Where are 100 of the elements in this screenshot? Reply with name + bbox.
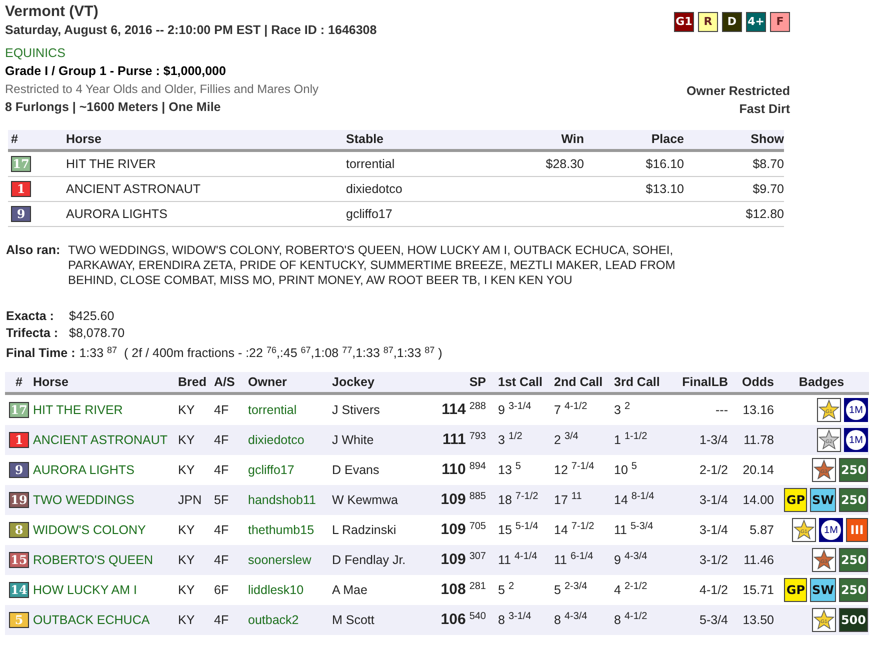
show-payout: $9.70 <box>752 182 784 196</box>
horse-link[interactable]: WIDOW'S COLONY <box>33 522 146 537</box>
age-sex-cell: 4F <box>214 522 229 537</box>
horse-link[interactable]: TWO WEDDINGS <box>33 492 134 507</box>
race-restriction: Restricted to 4 Year Olds and Older, Fillies and Mares Only <box>5 81 320 98</box>
post-number: 9 <box>9 462 29 478</box>
bred-cell: KY <box>178 612 195 627</box>
speed-figure: 110 $^{894}$ <box>442 462 486 477</box>
speed-figure: 109 $^{885}$ <box>440 492 486 507</box>
third-call: 1 $^{1-1/2}$ <box>614 432 648 447</box>
owner-link[interactable]: handshob11 <box>248 492 316 507</box>
bred-cell: KY <box>178 432 195 447</box>
column-header: # <box>16 374 22 389</box>
badge: GP <box>784 488 808 512</box>
jockey-cell: D Fendlay Jr. <box>332 552 406 567</box>
post-number: 1 <box>9 432 29 448</box>
third-call: 11 $^{5-3/4}$ <box>614 522 654 537</box>
place-payout: $13.10 <box>646 182 684 196</box>
column-header: Stable <box>346 131 385 148</box>
owner-link[interactable]: dixiedotco <box>248 432 304 447</box>
first-call: 8 $^{3-1/4}$ <box>498 612 532 627</box>
bred-cell: KY <box>178 402 195 417</box>
race-tag: D <box>722 12 742 32</box>
horse-link[interactable]: ANCIENT ASTRONAUT <box>33 432 168 447</box>
track-surface: Fast Dirt <box>739 101 790 118</box>
third-call: 8 $^{4-1/2}$ <box>614 612 648 627</box>
final-time: 1:33 $^{87}$ ( 2f / 400m fractions - :22 $^{76}$,:45 $^{67}$,1:08 $^{77}$,1:33 $^{87}$,1:33 $^{87}$ ) <box>79 345 442 362</box>
odds-cell: 15.71 <box>742 582 774 597</box>
distance-badge: 1M <box>819 518 843 542</box>
column-header: 3rd Call <box>614 374 660 389</box>
jockey-cell: J Stivers <box>332 402 380 417</box>
final-lengths-behind: 2-1/2 <box>700 462 728 477</box>
first-call: 3 $^{1/2}$ <box>498 432 522 447</box>
odds-cell: 5.87 <box>750 522 774 537</box>
age-sex-cell: 5F <box>214 492 229 507</box>
jockey-cell: L Radzinski <box>332 522 396 537</box>
owner-link[interactable]: torrential <box>248 402 297 417</box>
stable-name: gcliffo17 <box>346 206 394 223</box>
third-call: 9 $^{4-3/4}$ <box>614 552 648 567</box>
owner-link[interactable]: soonerslew <box>248 552 312 567</box>
horse-link[interactable]: AURORA LIGHTS <box>33 462 134 477</box>
horse-name: AURORA LIGHTS <box>66 206 168 223</box>
age-sex-cell: 4F <box>214 612 229 627</box>
speed-figure: 114 $^{288}$ <box>442 402 486 417</box>
speed-figure: 106 $^{540}$ <box>440 612 486 627</box>
post-number: 1 <box>11 181 31 197</box>
column-header: 2nd Call <box>554 374 603 389</box>
odds-cell: 14.00 <box>742 492 774 507</box>
column-header: Show <box>750 131 784 148</box>
column-header: Horse <box>66 131 102 148</box>
final-lengths-behind: 1-3/4 <box>700 432 728 447</box>
column-header: Odds <box>742 374 774 389</box>
owner-link[interactable]: gcliffo17 <box>248 462 294 477</box>
second-call: 2 $^{3/4}$ <box>554 432 578 447</box>
final-lengths-behind: 3-1/2 <box>700 552 728 567</box>
bred-cell: KY <box>178 552 195 567</box>
exotic-payout: $8,078.70 <box>69 325 125 342</box>
speed-figure: 109 $^{705}$ <box>440 522 486 537</box>
jockey-cell: A Mae <box>332 582 368 597</box>
age-sex-cell: 4F <box>214 462 229 477</box>
show-payout: $8.70 <box>752 156 784 171</box>
badge: III <box>846 518 868 542</box>
column-header: Place <box>650 131 684 148</box>
first-call: 18 $^{7-1/2}$ <box>498 492 538 507</box>
exotic-label: Exacta : <box>6 308 55 325</box>
speed-figure: 109 $^{307}$ <box>440 552 486 567</box>
jockey-cell: M Scott <box>332 612 374 627</box>
column-header: 1st Call <box>498 374 542 389</box>
speed-figure: 111 $^{793}$ <box>442 432 486 447</box>
first-call: 5 $^{2}$ <box>498 582 514 597</box>
speed-figure: 108 $^{281}$ <box>440 582 486 597</box>
owner-link[interactable]: outback2 <box>248 612 299 627</box>
post-number: 17 <box>11 156 31 172</box>
age-sex-cell: 4F <box>214 402 229 417</box>
place-payout: $16.10 <box>646 156 684 171</box>
horse-link[interactable]: HIT THE RIVER <box>33 402 123 417</box>
badge: SW <box>810 488 836 512</box>
final-time-label: Final Time : <box>6 345 76 362</box>
first-call: 13 $^{5}$ <box>498 462 521 477</box>
owner-link[interactable]: liddlesk10 <box>248 582 304 597</box>
column-header: Horse <box>33 374 68 389</box>
first-call: 9 $^{3-1/4}$ <box>498 402 532 417</box>
distance-badge: 1M <box>844 428 868 452</box>
third-call: 10 $^{5}$ <box>614 462 637 477</box>
age-sex-cell: 6F <box>214 582 229 597</box>
horse-link[interactable]: OUTBACK ECHUCA <box>33 612 150 627</box>
second-call: 11 $^{6-1/4}$ <box>554 552 594 567</box>
second-call: 5 $^{2-3/4}$ <box>554 582 588 597</box>
third-call: 3 $^{2}$ <box>614 402 630 417</box>
owner-link[interactable]: thethumb15 <box>248 522 314 537</box>
jockey-cell: D Evans <box>332 462 380 477</box>
column-header: FinalLB <box>682 374 728 389</box>
badge: 250 <box>838 548 868 572</box>
final-lengths-behind: 4-1/2 <box>700 582 728 597</box>
horse-link[interactable]: ROBERTO'S QUEEN <box>33 552 154 567</box>
jockey-cell: W Kewmwa <box>332 492 398 507</box>
odds-cell: 13.50 <box>742 612 774 627</box>
first-call: 11 $^{4-1/4}$ <box>498 552 538 567</box>
horse-link[interactable]: HOW LUCKY AM I <box>33 582 137 597</box>
bred-cell: KY <box>178 462 195 477</box>
